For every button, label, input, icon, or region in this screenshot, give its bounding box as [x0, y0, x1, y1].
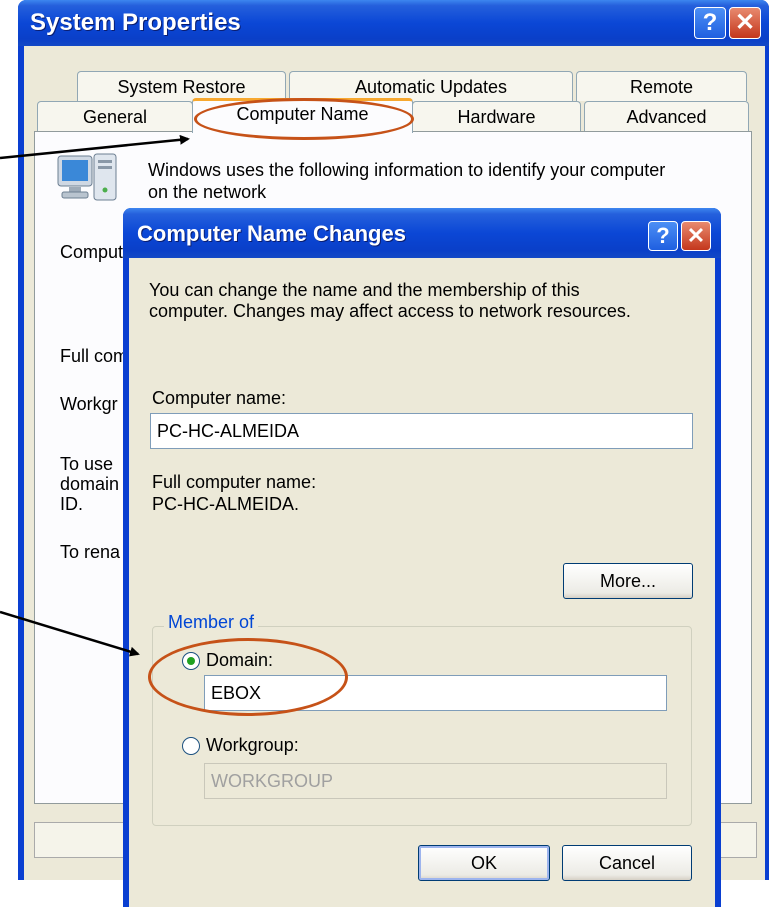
- annotation-arrows: [0, 134, 190, 657]
- arrow-to-computer-name-tab: [0, 134, 190, 160]
- arrow-to-domain-option: [0, 610, 140, 657]
